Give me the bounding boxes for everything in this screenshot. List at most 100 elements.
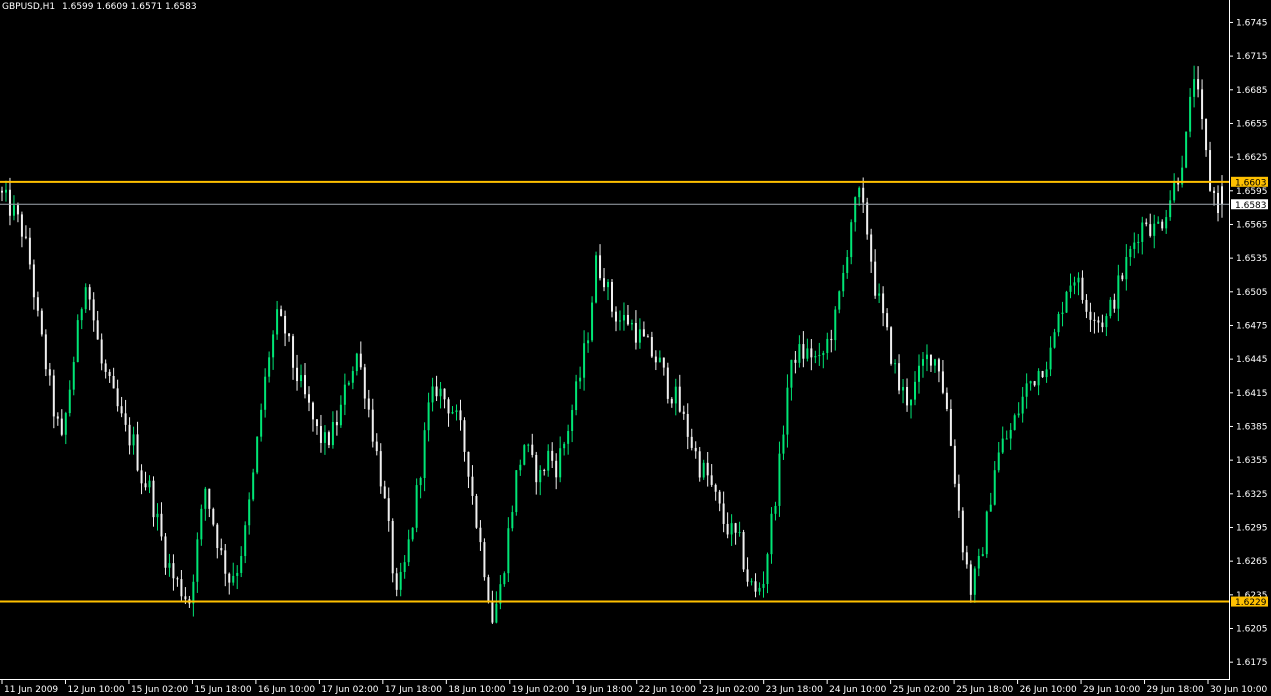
candle-bull <box>276 309 279 335</box>
candle-bear <box>1221 186 1224 205</box>
candle-bull <box>738 532 741 534</box>
candle-bull <box>559 448 562 478</box>
candle-bull <box>1109 299 1112 317</box>
candle-bear <box>1121 275 1124 280</box>
candle-bear <box>1201 89 1204 120</box>
candle-bear <box>367 398 370 410</box>
candle-bull <box>774 505 777 514</box>
candle-bear <box>874 261 877 296</box>
candle-bear <box>220 548 223 551</box>
candle-bull <box>814 356 817 358</box>
candle-bull <box>674 386 677 404</box>
y-tick-label: 1.6175 <box>1236 658 1268 668</box>
candle-bull <box>834 309 837 341</box>
candle-bear <box>443 388 446 400</box>
candle-bear <box>1093 319 1096 321</box>
candle-bear <box>666 367 669 399</box>
y-tick-label: 1.6625 <box>1236 153 1268 163</box>
candle-bear <box>100 339 103 364</box>
candle-bear <box>953 445 956 484</box>
candle-bear <box>152 480 155 518</box>
candle-bull <box>1125 257 1128 280</box>
x-tick-label: 25 Jun 02:00 <box>893 685 950 695</box>
candle-bear <box>686 413 689 437</box>
candle-bear <box>886 313 889 328</box>
level-price-label: 1.6229 <box>1235 598 1267 608</box>
candle-bull <box>12 205 15 216</box>
candle-bear <box>969 564 972 595</box>
candle-bull <box>1065 291 1068 313</box>
y-tick-label: 1.6475 <box>1236 321 1268 331</box>
candle-bull <box>894 363 897 365</box>
y-tick-label: 1.6565 <box>1236 220 1268 230</box>
candle-bull <box>1001 438 1004 453</box>
x-tick-label: 29 Jun 18:00 <box>1147 685 1204 695</box>
candle-bear <box>375 441 378 452</box>
candle-bear <box>654 356 657 363</box>
candle-bull <box>826 338 829 354</box>
candle-bull <box>503 573 506 585</box>
candle-bull <box>1045 369 1048 378</box>
candle-bull <box>1029 381 1032 384</box>
candle-bull <box>264 376 267 410</box>
candle-bear <box>690 436 693 448</box>
candle-bear <box>475 495 478 528</box>
candle-bull <box>439 388 442 397</box>
candle-bear <box>626 314 629 325</box>
y-tick-label: 1.6205 <box>1236 624 1268 634</box>
candle-bear <box>212 508 215 525</box>
candle-bull <box>168 563 171 568</box>
candle-bull <box>351 371 354 383</box>
candle-bear <box>555 460 558 478</box>
candle-bull <box>1037 371 1040 386</box>
candle-bear <box>140 470 143 484</box>
candle-bull <box>575 381 578 411</box>
candle-bull <box>1129 248 1132 258</box>
candle-bull <box>1141 222 1144 242</box>
x-tick-label: 23 Jun 18:00 <box>766 685 823 695</box>
candle-bear <box>24 236 27 238</box>
y-tick-label: 1.6505 <box>1236 288 1268 298</box>
candle-bull <box>192 581 195 604</box>
candle-bull <box>925 354 928 360</box>
candle-bear <box>642 329 645 337</box>
y-tick-label: 1.6715 <box>1236 52 1268 62</box>
candle-bull <box>977 555 980 569</box>
candle-bear <box>714 484 717 492</box>
price-chart[interactable]: 1.67451.67151.66851.66551.66251.65951.65… <box>0 0 1271 696</box>
candle-bull <box>1069 285 1072 292</box>
candle-bull <box>595 255 598 303</box>
candle-bull <box>300 375 303 382</box>
candle-bear <box>319 426 322 443</box>
x-tick-label: 29 Jun 10:00 <box>1083 685 1140 695</box>
candle-bear <box>128 424 131 446</box>
candle-bear <box>1097 320 1100 323</box>
candle-bear <box>650 337 653 357</box>
candle-bear <box>176 578 179 580</box>
candle-bear <box>746 569 749 582</box>
candle-bull <box>1169 200 1172 218</box>
candle-bear <box>890 327 893 364</box>
candle-bear <box>670 398 673 404</box>
candle-bull <box>72 362 75 390</box>
candle-bear <box>611 281 613 312</box>
candle-bear <box>327 432 330 446</box>
candle-bear <box>32 264 35 298</box>
y-tick-label: 1.6445 <box>1236 355 1268 365</box>
candle-bull <box>411 527 414 540</box>
candle-bull <box>997 452 1000 471</box>
candle-bear <box>754 581 757 592</box>
candle-bull <box>415 485 418 528</box>
candle-bull <box>519 464 522 471</box>
candle-bear <box>447 399 450 414</box>
y-tick-label: 1.6535 <box>1236 254 1268 264</box>
candle-bull <box>917 365 920 382</box>
candle-bull <box>343 384 346 405</box>
candle-bull <box>547 450 550 471</box>
candle-bear <box>906 386 909 406</box>
candle-bear <box>543 469 546 471</box>
candle-bull <box>563 443 566 449</box>
candle-bear <box>706 462 709 476</box>
candle-bull <box>806 348 809 359</box>
candle-bear <box>802 344 805 359</box>
